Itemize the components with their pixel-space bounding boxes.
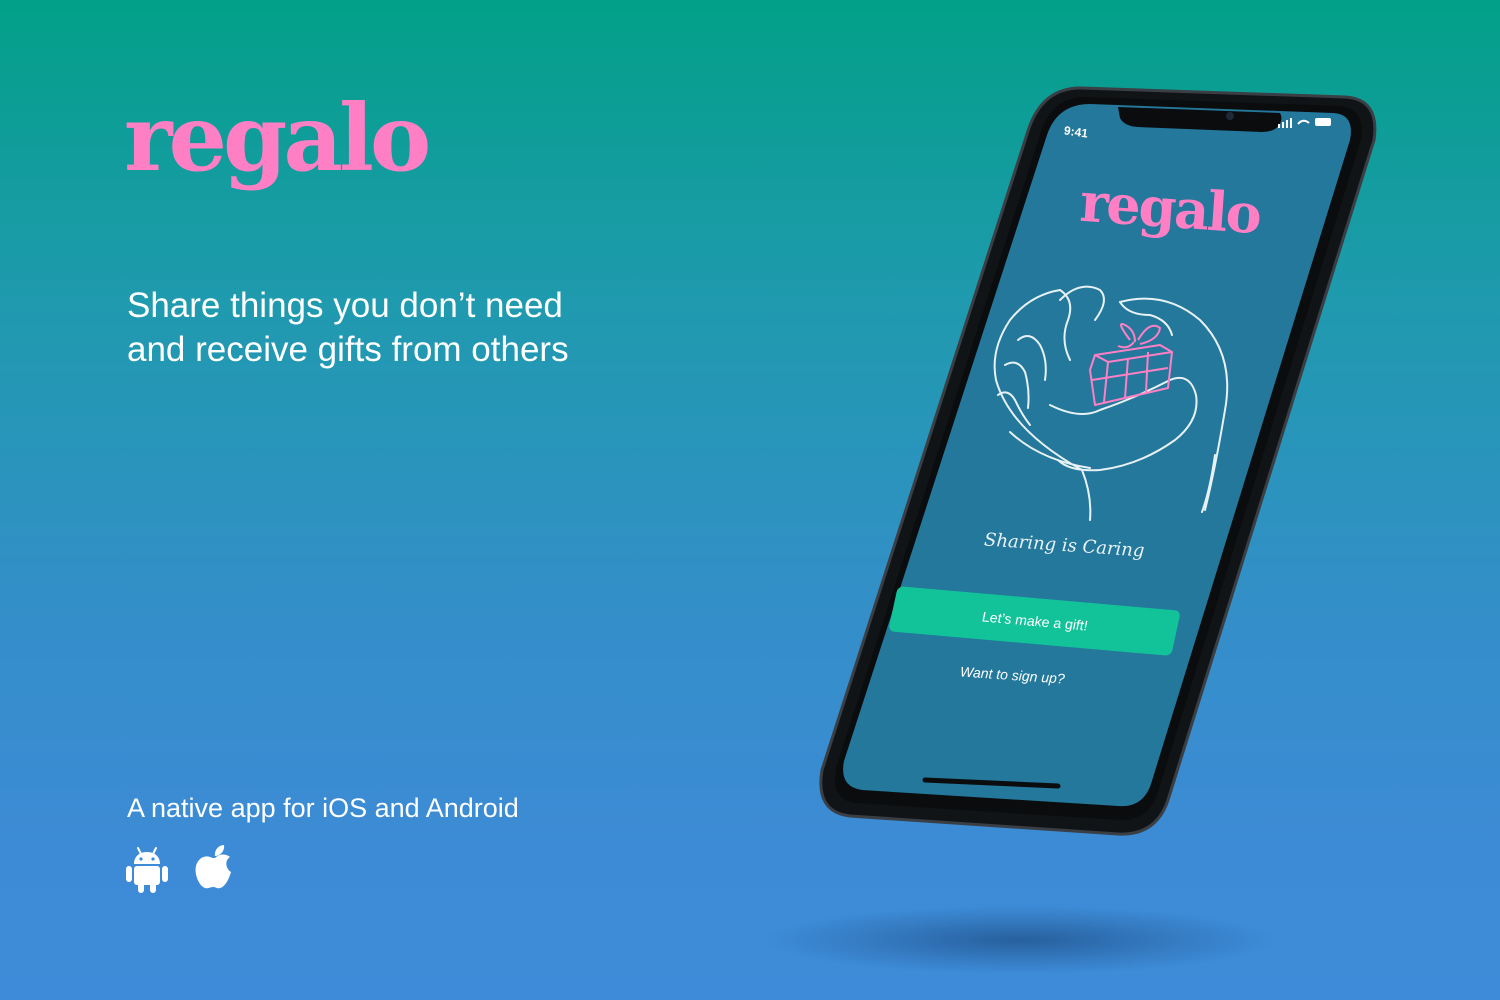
app-logo: regalo — [1077, 169, 1263, 247]
phone-mockup — [819, 86, 1377, 836]
make-gift-button-label: Let’s make a gift! — [981, 608, 1088, 634]
